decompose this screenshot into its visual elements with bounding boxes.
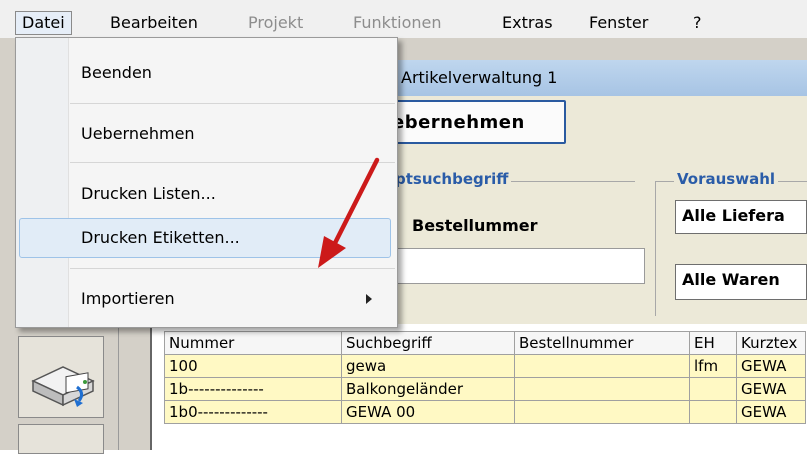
datei-dropdown-menu [15,37,398,328]
bestellnummer-input[interactable] [395,248,645,284]
field-label-bestellnummer: Bestellummer [412,216,538,235]
cell-nummer: 1b0------------- [164,400,342,424]
cell-eh [689,400,737,424]
menu-extras[interactable]: Extras [502,12,553,34]
window-title: Artikelverwaltung 1 [401,68,558,87]
table-row[interactable]: 1b-------------- Balkongeländer GEWA [164,377,806,401]
cell-kurztext: GEWA [736,400,806,424]
menu-item-importieren[interactable]: Importieren [81,289,175,308]
cell-eh: lfm [689,354,737,378]
menu-icon-column [16,38,69,327]
supplier-select[interactable]: Alle Liefera [675,200,807,234]
cell-bestellnummer [514,377,690,401]
table-row[interactable]: 100 gewa lfm GEWA [164,354,806,378]
print-button[interactable] [18,336,104,418]
column-header-suchbegriff[interactable]: Suchbegriff [341,331,515,355]
menu-separator [70,162,395,163]
group-title-preselect: Vorauswahl [674,170,779,188]
article-table: Nummer Suchbegriff Bestellnummer EH Kurz… [164,331,806,424]
cell-suchbegriff: gewa [341,354,515,378]
menu-item-drucken-listen[interactable]: Drucken Listen... [81,184,216,203]
table-row[interactable]: 1b0------------- GEWA 00 GEWA [164,400,806,424]
column-header-eh[interactable]: EH [689,331,737,355]
cell-nummer: 100 [164,354,342,378]
menu-bar: Datei Bearbeiten Projekt Funktionen Extr… [0,0,807,39]
column-header-bestellnummer[interactable]: Bestellnummer [514,331,690,355]
menu-help[interactable]: ? [693,12,702,34]
menu-bearbeiten[interactable]: Bearbeiten [110,12,198,34]
menu-item-drucken-etiketten[interactable]: Drucken Etiketten... [81,228,240,247]
cell-kurztext: GEWA [736,354,806,378]
group-border-preselect [655,181,656,316]
cell-bestellnummer [514,354,690,378]
cell-bestellnummer [514,400,690,424]
cell-kurztext: GEWA [736,377,806,401]
cell-eh [689,377,737,401]
menu-projekt[interactable]: Projekt [248,12,303,34]
table-header-row: Nummer Suchbegriff Bestellnummer EH Kurz… [164,331,806,355]
column-header-kurztext[interactable]: Kurztex [736,331,806,355]
cell-nummer: 1b-------------- [164,377,342,401]
cell-suchbegriff: Balkongeländer [341,377,515,401]
window-titlebar: Artikelverwaltung 1 [395,60,807,96]
column-header-nummer[interactable]: Nummer [164,331,342,355]
uebernehmen-button-label: ebernehmen [392,112,525,133]
menu-separator [70,268,395,269]
cell-suchbegriff: GEWA 00 [341,400,515,424]
uebernehmen-button[interactable]: ebernehmen [378,100,566,144]
menu-separator [70,103,395,104]
menu-funktionen[interactable]: Funktionen [353,12,442,34]
printer-icon [31,366,95,407]
group-title-main: ptsuchbegriff [392,170,512,188]
goods-select[interactable]: Alle Waren [675,264,807,300]
menu-fenster[interactable]: Fenster [589,12,648,34]
menu-item-uebernehmen[interactable]: Uebernehmen [81,124,195,143]
menu-datei[interactable]: Datei [15,11,72,35]
menu-item-beenden[interactable]: Beenden [81,63,152,82]
chevron-right-icon [366,294,372,304]
